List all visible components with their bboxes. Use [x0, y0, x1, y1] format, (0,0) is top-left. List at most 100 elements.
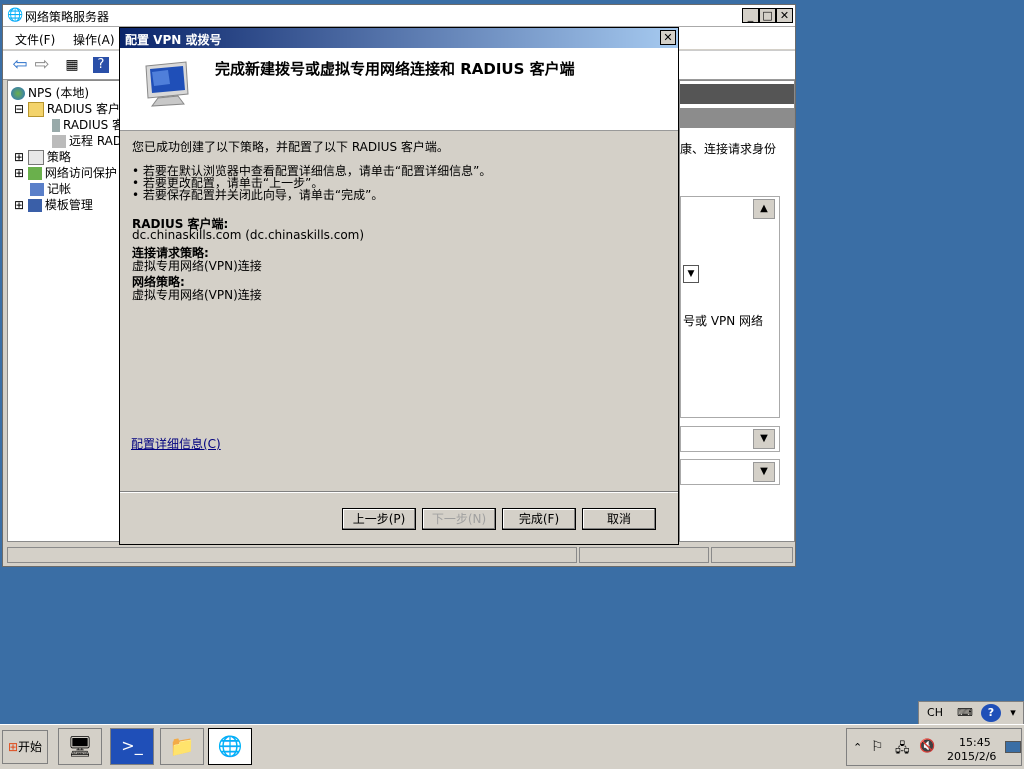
- section-value: 虚拟专用网络(VPN)连接: [132, 259, 262, 273]
- help-icon[interactable]: ?: [981, 704, 1001, 722]
- minimize-button[interactable]: _: [742, 8, 759, 23]
- globe-icon: 🌐: [7, 8, 24, 23]
- show-hide-tree-icon[interactable]: ▦: [61, 54, 83, 76]
- nps-icon: 🌐: [217, 734, 243, 758]
- language-indicator[interactable]: CH: [921, 704, 949, 722]
- section-value: dc.chinaskills.com (dc.chinaskills.com): [132, 228, 365, 242]
- menu-action[interactable]: 操作(A): [73, 31, 115, 48]
- tree-item-label: 策略: [46, 150, 71, 164]
- status-segment: [579, 547, 709, 563]
- globe-icon: [11, 87, 25, 100]
- maximize-button[interactable]: □: [759, 8, 776, 23]
- show-desktop-icon[interactable]: [1005, 741, 1021, 753]
- intro-text: 您已成功创建了以下策略，并配置了以下 RADIUS 客户端。: [132, 140, 449, 154]
- taskbar-explorer[interactable]: 📁: [160, 728, 204, 765]
- show-hidden-icons[interactable]: ⌃: [853, 741, 862, 754]
- tree-item-label: RADIUS 客: [63, 118, 125, 132]
- cancel-button[interactable]: 取消: [582, 508, 656, 530]
- console-tree: NPS (本地) ⊟ RADIUS 客户端 RADIUS 客 远程 RAD ⊞ …: [7, 80, 129, 542]
- tree-item-label: NPS (本地): [28, 86, 90, 100]
- tree-item-label: 模板管理: [44, 198, 93, 212]
- folder-icon: [27, 102, 44, 117]
- taskbar: ⊞开始 🖥 >_ 📁 🌐 ⌃ ⚐ 🖧 🔇 15:45 2015/2/6: [0, 724, 1024, 769]
- collapse-up-icon[interactable]: ▲: [753, 199, 775, 219]
- wizard-close-button[interactable]: ✕: [660, 30, 676, 45]
- tree-item-radius-clients[interactable]: ⊟ RADIUS 客户端: [14, 100, 129, 117]
- dropdown-arrow-icon[interactable]: ▼: [683, 265, 699, 283]
- tree-item-nps-local[interactable]: NPS (本地): [11, 84, 89, 100]
- pane-header: [680, 84, 794, 104]
- wizard-heading: 完成新建拨号或虚拟专用网络连接和 RADIUS 客户端: [215, 60, 575, 78]
- config-description: 号或 VPN 网络: [683, 314, 764, 328]
- tree-item-policies[interactable]: ⊞ 策略: [14, 148, 71, 165]
- tree-item-label: 网络访问保护: [44, 166, 117, 180]
- taskbar-server-manager[interactable]: 🖥: [58, 728, 102, 765]
- tree-item-label: RADIUS 客户端: [46, 102, 129, 116]
- collapsed-section-2[interactable]: ▼: [680, 459, 780, 485]
- tree-item-label: 远程 RAD: [69, 134, 123, 148]
- pane-subheader: [680, 108, 794, 128]
- start-label: 开始: [18, 740, 43, 754]
- vpn-wizard-dialog: 配置 VPN 或拨号 ✕ 完成新建拨号或虚拟专用网络连接和 RADIUS 客户端…: [119, 27, 679, 545]
- accounting-icon: [30, 183, 44, 196]
- server-group-icon: [52, 135, 66, 148]
- configuration-details-link[interactable]: 配置详细信息(C): [131, 435, 221, 452]
- description-text: 康、连接请求身份: [680, 142, 777, 156]
- taskbar-powershell[interactable]: >_: [110, 728, 154, 765]
- clock-time[interactable]: 15:45: [959, 736, 991, 749]
- tree-item-accounting[interactable]: 记帐: [30, 180, 71, 196]
- nap-icon: [27, 167, 42, 180]
- expand-icon[interactable]: ⊞: [14, 198, 24, 212]
- folder-icon: 📁: [169, 734, 195, 758]
- section-value: 虚拟专用网络(VPN)连接: [132, 288, 262, 302]
- back-button[interactable]: 上一步(P): [342, 508, 416, 530]
- close-button[interactable]: ✕: [776, 8, 793, 23]
- back-arrow-icon[interactable]: ⇦: [9, 54, 31, 76]
- details-pane: 康、连接请求身份 ▲ ▼ 号或 VPN 网络 ▼ ▼: [679, 80, 795, 542]
- finish-button[interactable]: 完成(F): [502, 508, 576, 530]
- tree-item-remote-radius[interactable]: 远程 RAD: [52, 132, 122, 148]
- wizard-title: 配置 VPN 或拨号: [125, 33, 222, 47]
- divider: [120, 491, 678, 493]
- expand-icon[interactable]: ⊞: [14, 166, 24, 180]
- tree-item-templates[interactable]: ⊞ 模板管理: [14, 196, 93, 212]
- forward-arrow-icon[interactable]: ⇨: [31, 54, 53, 76]
- keyboard-icon[interactable]: ⌨: [953, 704, 977, 722]
- flag-icon[interactable]: ⚐: [871, 739, 884, 755]
- system-tray: ⌃ ⚐ 🖧 🔇 15:45 2015/2/6: [846, 728, 1022, 766]
- next-button[interactable]: 下一步(N): [422, 508, 496, 530]
- status-segment: [711, 547, 793, 563]
- wizard-header: 完成新建拨号或虚拟专用网络连接和 RADIUS 客户端: [120, 48, 678, 131]
- bullet-item: • 若要保存配置并关闭此向导，请单击“完成”。: [132, 188, 384, 202]
- clock-date[interactable]: 2015/2/6: [947, 750, 996, 763]
- main-title-bar[interactable]: 🌐 网络策略服务器 _ □ ✕: [3, 5, 795, 27]
- status-segment: [7, 547, 577, 563]
- tree-item-radius-sub[interactable]: RADIUS 客: [52, 116, 124, 132]
- options-arrow-icon[interactable]: ▾: [1005, 704, 1021, 722]
- tree-item-nap[interactable]: ⊞ 网络访问保护: [14, 164, 117, 180]
- collapsed-section-1[interactable]: ▼: [680, 426, 780, 452]
- menu-file[interactable]: 文件(F): [15, 31, 55, 48]
- server-manager-icon: 🖥: [67, 734, 93, 758]
- expand-icon[interactable]: ⊞: [14, 150, 24, 164]
- expand-down-icon[interactable]: ▼: [753, 429, 775, 449]
- template-icon: [27, 199, 42, 212]
- collapse-icon[interactable]: ⊟: [14, 102, 24, 116]
- taskbar-nps[interactable]: 🌐: [208, 728, 252, 765]
- language-bar: CH ⌨ ? ▾: [918, 701, 1024, 725]
- policy-icon: [27, 150, 44, 165]
- windows-logo-icon: ⊞: [7, 740, 19, 754]
- network-icon[interactable]: 🖧: [895, 739, 910, 761]
- config-box: ▲ ▼ 号或 VPN 网络: [680, 196, 780, 418]
- expand-down-icon[interactable]: ▼: [753, 462, 775, 482]
- powershell-icon: >_: [121, 736, 143, 755]
- server-icon: [52, 119, 60, 132]
- start-button[interactable]: ⊞开始: [2, 730, 48, 764]
- wizard-title-bar[interactable]: 配置 VPN 或拨号 ✕: [120, 28, 678, 48]
- monitor-icon: [138, 60, 198, 108]
- tree-item-label: 记帐: [47, 182, 72, 196]
- main-window-title: 网络策略服务器: [25, 10, 110, 24]
- status-bar: [7, 547, 793, 565]
- volume-muted-icon[interactable]: 🔇: [919, 739, 935, 754]
- help-icon[interactable]: ?: [93, 57, 109, 73]
